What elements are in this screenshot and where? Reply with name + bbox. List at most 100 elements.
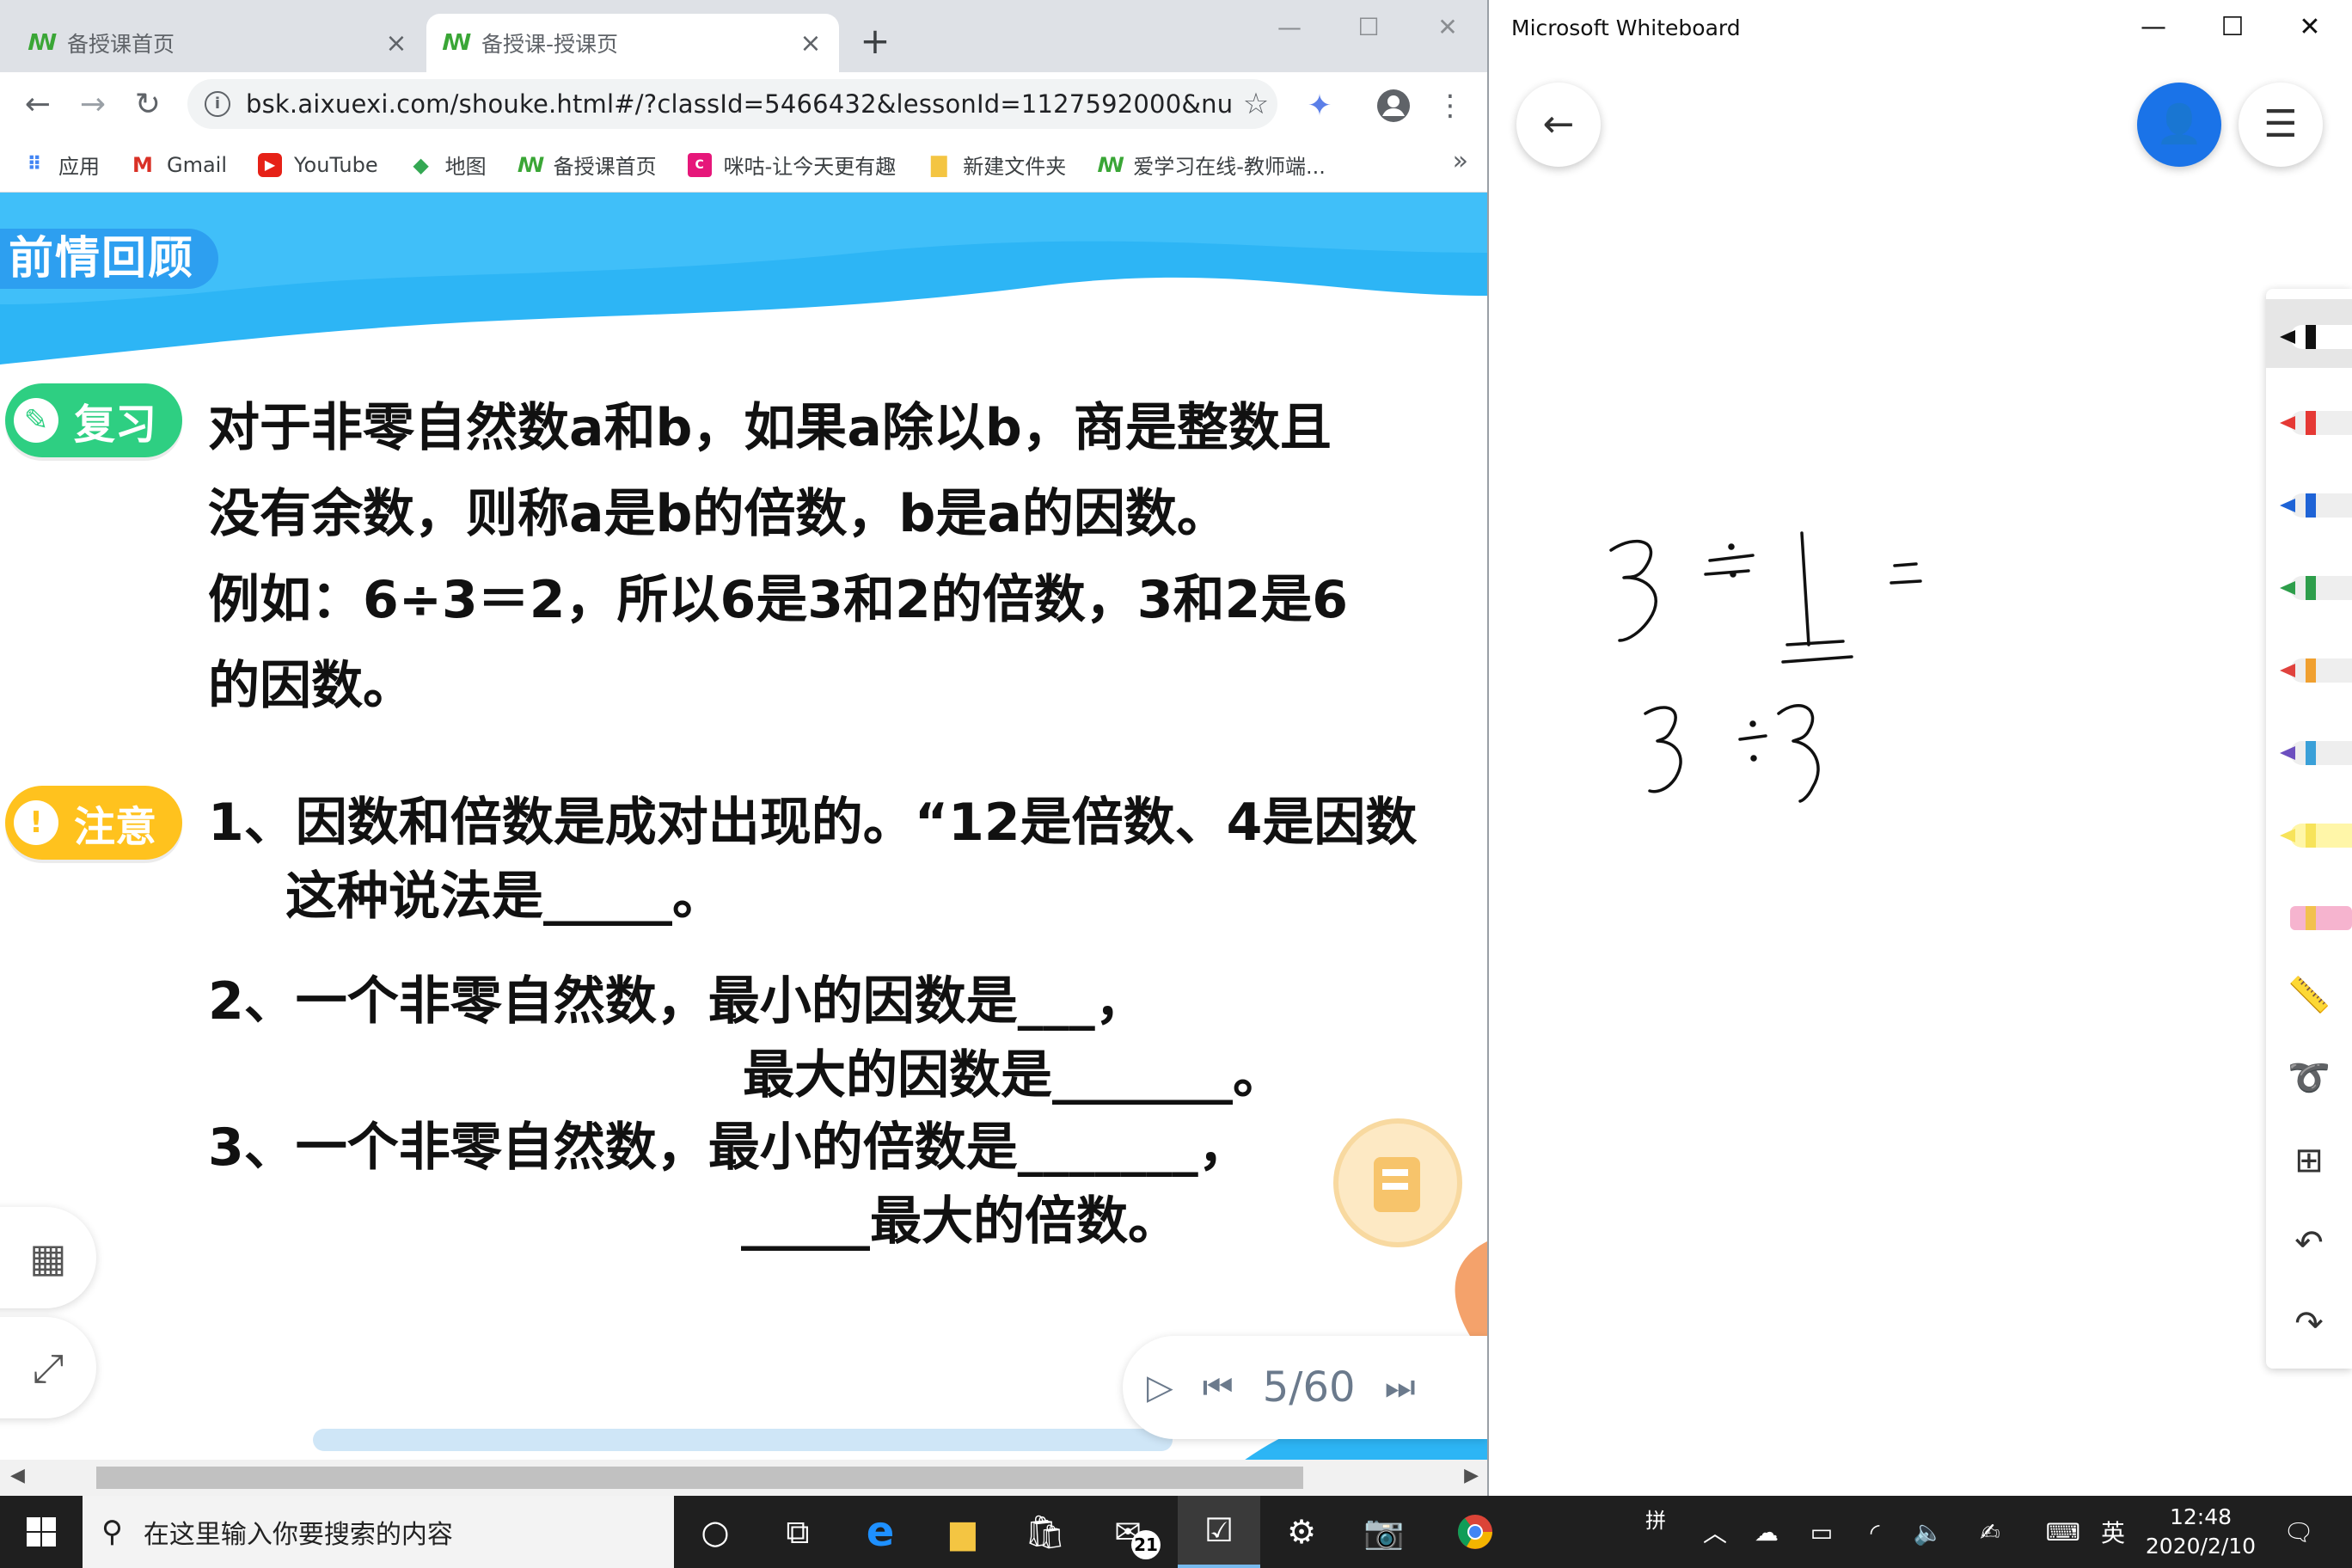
minimize-button[interactable]: —: [2115, 9, 2192, 46]
back-arrow-icon[interactable]: ←: [17, 84, 58, 126]
browser-toolbar: ← → ↻ i bsk.aixuexi.com/shouke.html#/?cl…: [0, 72, 1487, 138]
battery-icon[interactable]: ▭: [1800, 1496, 1843, 1568]
edit-icon: ✎: [14, 398, 58, 443]
hamburger-icon: ☰: [2263, 102, 2298, 146]
slide-grid-button[interactable]: ▦: [0, 1207, 96, 1308]
task-view-button[interactable]: ⧉: [756, 1496, 839, 1568]
question-1-line-2: 这种说法是_____。: [285, 867, 724, 927]
cortana-button[interactable]: ○: [674, 1496, 756, 1568]
bookmark-gmail[interactable]: M Gmail: [131, 153, 227, 177]
tab-teaching-class[interactable]: ꟿ 备授课-授课页 ×: [426, 14, 839, 72]
forward-arrow-icon[interactable]: →: [72, 84, 113, 126]
taskbar-search-box[interactable]: ⚲ 在这里输入你要搜索的内容: [83, 1496, 674, 1568]
next-slide-icon[interactable]: ⏭: [1385, 1368, 1416, 1407]
scroll-right-icon[interactable]: ▶: [1464, 1465, 1479, 1486]
address-bar[interactable]: i bsk.aixuexi.com/shouke.html#/?classId=…: [187, 79, 1277, 129]
bookmark-aixuexi-teacher[interactable]: ꟿ 爱学习在线-教师端...: [1097, 150, 1326, 180]
bookmarks-overflow-button[interactable]: »: [1453, 146, 1468, 176]
aixuexi-favicon-icon: ꟿ: [28, 30, 58, 56]
maximize-button[interactable]: ☐: [2194, 9, 2271, 46]
task-view-icon: ⧉: [786, 1512, 810, 1551]
eraser-tool[interactable]: [2266, 880, 2352, 949]
whiteboard-window: Microsoft Whiteboard — ☐ ✕ ← 👤 ☰ 📏 ➰ ⊞ ↶…: [1491, 0, 2352, 1496]
plus-box-icon: ⊞: [2294, 1141, 2324, 1180]
menu-button[interactable]: ☰: [2239, 83, 2323, 167]
pen-green-tool[interactable]: [2266, 550, 2352, 619]
bookmark-new-folder[interactable]: ▇ 新建文件夹: [927, 150, 1066, 180]
ruler-tool[interactable]: 📏: [2266, 963, 2352, 1032]
highlighter-tool[interactable]: [2266, 798, 2352, 867]
app-taskbar-button[interactable]: ⚙: [1260, 1496, 1343, 1568]
wifi-icon[interactable]: ◜: [1853, 1496, 1896, 1568]
tab-teaching-home[interactable]: ꟿ 备授课首页 ×: [12, 14, 425, 72]
maximize-button[interactable]: ☐: [1334, 9, 1403, 46]
bookmark-migu[interactable]: C 咪咕-让今天更有趣: [687, 150, 896, 180]
lasso-tool[interactable]: ➰: [2266, 1045, 2352, 1114]
file-explorer-button[interactable]: ▆: [922, 1496, 1004, 1568]
store-button[interactable]: 🛍: [1004, 1496, 1087, 1568]
profile-avatar-icon[interactable]: [1372, 84, 1415, 127]
reload-icon[interactable]: ↻: [127, 84, 168, 126]
input-language-indicator[interactable]: 英: [2094, 1496, 2132, 1568]
chevron-up-icon: ︿: [1702, 1519, 1727, 1547]
mail-button[interactable]: ✉ 21: [1087, 1496, 1169, 1568]
pen-blue-tool[interactable]: [2266, 468, 2352, 536]
section-title-badge: 前情回顾: [0, 229, 219, 289]
ime-mode-indicator[interactable]: 拼: [1638, 1482, 1673, 1554]
undo-tool[interactable]: ↶: [2266, 1210, 2352, 1279]
bookmark-teaching-home[interactable]: ꟿ 备授课首页: [518, 150, 657, 180]
close-window-button[interactable]: ✕: [2271, 9, 2349, 46]
site-info-icon[interactable]: i: [205, 91, 230, 117]
volume-icon[interactable]: 🔈: [1907, 1496, 1950, 1568]
touch-keyboard-icon[interactable]: ⌨: [2037, 1496, 2089, 1568]
close-tab-icon[interactable]: ×: [798, 28, 824, 58]
camera-app-button[interactable]: 📷: [1343, 1496, 1425, 1568]
bookmark-maps[interactable]: ◆ 地图: [409, 150, 486, 180]
chrome-taskbar-button[interactable]: [1434, 1496, 1516, 1568]
whiteboard-icon: ☑: [1204, 1511, 1234, 1549]
redo-tool[interactable]: ↷: [2266, 1291, 2352, 1360]
pen-red-tool[interactable]: [2266, 385, 2352, 454]
extension-icon[interactable]: ✦: [1298, 84, 1341, 127]
start-button[interactable]: [0, 1496, 83, 1568]
back-button[interactable]: ←: [1516, 83, 1601, 167]
windows-taskbar: ⚲ 在这里输入你要搜索的内容 ○ ⧉ e ▆ 🛍 ✉ 21 ☑ ⚙ 📷 拼 ︿ …: [0, 1496, 2352, 1568]
new-tab-button[interactable]: +: [856, 22, 894, 60]
review-badge: ✎ 复习: [5, 383, 182, 457]
pen-workspace-icon[interactable]: ✍: [1969, 1496, 2012, 1568]
bookmark-apps[interactable]: ⠿ 应用: [22, 150, 100, 180]
onedrive-icon[interactable]: ☁: [1745, 1496, 1788, 1568]
bookmark-label: 应用: [58, 155, 100, 179]
play-icon[interactable]: ▷: [1147, 1368, 1173, 1407]
minimize-button[interactable]: —: [1255, 9, 1324, 46]
system-clock[interactable]: 12:48 2020/2/10: [2141, 1503, 2261, 1561]
store-bag-icon: 🛍: [1024, 1512, 1067, 1551]
bookmark-label: 备授课首页: [553, 155, 657, 179]
pen-black-tool[interactable]: [2266, 299, 2352, 368]
invite-button[interactable]: 👤: [2137, 83, 2221, 167]
edge-taskbar-button[interactable]: e: [839, 1496, 922, 1568]
show-hidden-icons-button[interactable]: ︿: [1694, 1496, 1736, 1568]
menu-kebab-icon[interactable]: ⋮: [1429, 84, 1472, 127]
slide-progress-bar[interactable]: [313, 1429, 1173, 1451]
fullscreen-button[interactable]: ⤢: [0, 1317, 96, 1418]
folder-icon: ▇: [931, 152, 947, 177]
folder-icon: ▆: [950, 1513, 976, 1551]
add-content-tool[interactable]: ⊞: [2266, 1128, 2352, 1197]
clock-date: 2020/2/10: [2145, 1534, 2257, 1559]
expand-icon: ⤢: [32, 1344, 64, 1391]
question-2-line-2: 最大的因数是_______。: [743, 1045, 1284, 1106]
scroll-left-icon[interactable]: ◀: [10, 1465, 25, 1486]
whiteboard-taskbar-button[interactable]: ☑: [1178, 1496, 1260, 1568]
action-center-icon[interactable]: 🗨: [2273, 1496, 2324, 1568]
horizontal-scrollbar[interactable]: ◀ ▶: [0, 1460, 1487, 1496]
pen-rainbow-tool[interactable]: [2266, 633, 2352, 701]
close-tab-icon[interactable]: ×: [383, 28, 409, 58]
bookmark-star-icon[interactable]: ☆: [1234, 87, 1277, 121]
bookmark-youtube[interactable]: ▶ YouTube: [258, 152, 378, 177]
search-icon: ⚲: [101, 1515, 123, 1549]
scrollbar-thumb[interactable]: [96, 1467, 1303, 1489]
close-window-button[interactable]: ✕: [1413, 9, 1482, 46]
pen-galaxy-tool[interactable]: [2266, 715, 2352, 784]
previous-slide-icon[interactable]: ⏮: [1203, 1368, 1234, 1407]
